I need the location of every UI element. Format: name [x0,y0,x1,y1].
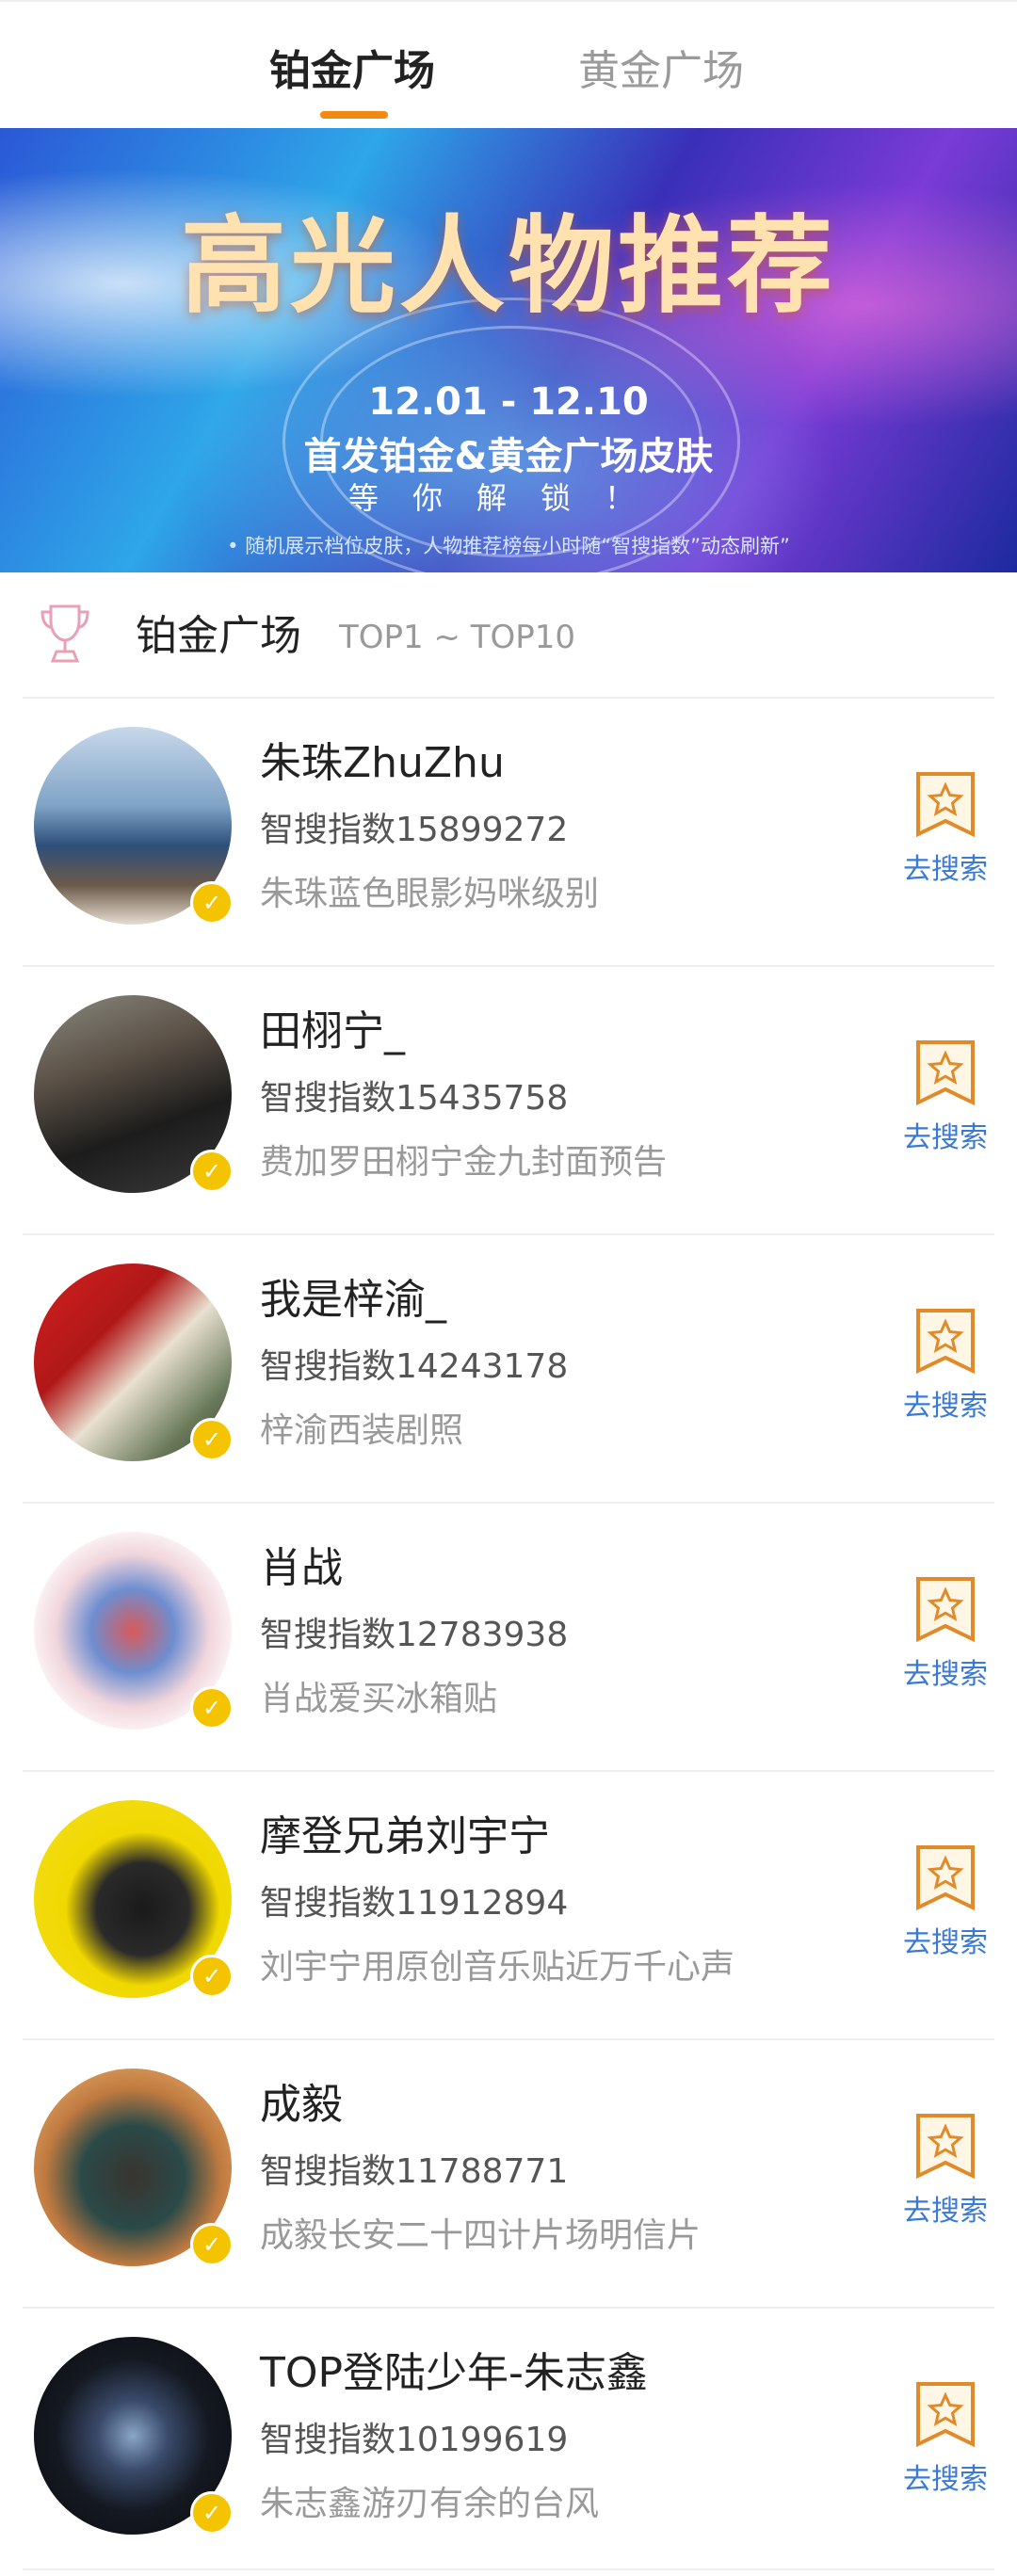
active-tab-indicator [320,111,388,119]
star-bookmark-icon [916,1845,975,1911]
go-search-label: 去搜索 [903,1390,988,1423]
top-tab-bar: 铂金广场 黄金广场 [0,0,1017,128]
user-name: 摩登兄弟刘宇宁 [260,1812,550,1860]
star-bookmark-icon [916,1577,975,1643]
divider [23,2568,994,2570]
go-search-button[interactable]: 去搜索 [891,1575,1000,1698]
user-name: 朱珠ZhuZhu [260,739,505,787]
search-index: 智搜指数12783938 [260,1616,569,1654]
go-search-button[interactable]: 去搜索 [891,2380,1000,2503]
tab-gold-plaza[interactable]: 黄金广场 [578,43,744,100]
verified-badge-icon: ✓ [190,1418,234,1461]
user-name: 成毅 [260,2081,343,2129]
go-search-label: 去搜索 [903,2463,988,2496]
star-bookmark-icon [916,772,975,838]
go-search-label: 去搜索 [903,853,988,886]
user-name: TOP登陆少年-朱志鑫 [260,2349,648,2397]
banner-title: 高光人物推荐 [181,205,836,328]
user-description: 刘宇宁用原创音乐贴近万千心声 [260,1948,735,1987]
verified-badge-icon: ✓ [190,881,234,925]
verified-badge-icon: ✓ [190,1955,234,1998]
section-header: 铂金广场 TOP1 ~ TOP10 [0,572,1017,697]
go-search-button[interactable]: 去搜索 [891,1843,1000,1966]
search-index: 智搜指数11912894 [260,1884,569,1923]
go-search-label: 去搜索 [903,1658,988,1691]
search-index: 智搜指数14243178 [260,1347,569,1386]
go-search-button[interactable]: 去搜索 [891,2112,1000,2234]
section-title: 铂金广场 [136,612,301,660]
star-bookmark-icon [916,2114,975,2180]
search-index: 智搜指数15435758 [260,1079,569,1118]
list-item[interactable]: ✓ 肖战 智搜指数12783938 肖战爱买冰箱贴 去搜索 [0,1504,1017,1771]
search-index: 智搜指数10199619 [260,2421,569,2459]
go-search-label: 去搜索 [903,1121,988,1154]
tab-platinum-plaza[interactable]: 铂金广场 [269,43,435,100]
verified-badge-icon: ✓ [190,1686,234,1730]
user-description: 费加罗田栩宁金九封面预告 [260,1143,668,1182]
user-name: 我是梓渝_ [260,1276,446,1324]
search-index: 智搜指数11788771 [260,2152,569,2191]
trophy-icon [40,604,89,663]
section-range: TOP1 ~ TOP10 [339,619,576,656]
user-description: 朱志鑫游刃有余的台风 [260,2485,600,2523]
go-search-button[interactable]: 去搜索 [891,770,1000,893]
promo-banner[interactable]: 高光人物推荐 12.01 - 12.10 首发铂金&黄金广场皮肤 等你解锁！ •… [0,128,1017,572]
list-item[interactable]: ✓ TOP登陆少年-朱志鑫 智搜指数10199619 朱志鑫游刃有余的台风 去搜… [0,2309,1017,2576]
user-name: 田栩宁_ [260,1007,405,1055]
verified-badge-icon: ✓ [190,2491,234,2535]
list-item[interactable]: ✓ 我是梓渝_ 智搜指数14243178 梓渝西装剧照 去搜索 [0,1235,1017,1503]
star-bookmark-icon [916,1040,975,1106]
go-search-label: 去搜索 [903,2195,988,2228]
banner-date: 12.01 - 12.10 [368,380,649,424]
go-search-button[interactable]: 去搜索 [891,1038,1000,1161]
verified-badge-icon: ✓ [190,2223,234,2266]
go-search-label: 去搜索 [903,1926,988,1959]
star-bookmark-icon [916,1309,975,1375]
banner-subtitle: 首发铂金&黄金广场皮肤 [303,435,714,478]
list-item[interactable]: ✓ 田栩宁_ 智搜指数15435758 费加罗田栩宁金九封面预告 去搜索 [0,967,1017,1234]
star-bookmark-icon [916,2382,975,2448]
banner-unlock-text: 等你解锁！ [347,480,669,516]
verified-badge-icon: ✓ [190,1150,234,1193]
user-description: 梓渝西装剧照 [260,1411,464,1450]
search-index: 智搜指数15899272 [260,811,569,849]
user-name: 肖战 [260,1544,343,1592]
list-item[interactable]: ✓ 成毅 智搜指数11788771 成毅长安二十四计片场明信片 去搜索 [0,2040,1017,2308]
list-item[interactable]: ✓ 摩登兄弟刘宇宁 智搜指数11912894 刘宇宁用原创音乐贴近万千心声 去搜… [0,1772,1017,2039]
user-description: 朱珠蓝色眼影妈咪级别 [260,875,600,913]
banner-note: • 随机展示档位皮肤，人物推荐榜每小时随“智搜指数”动态刷新” [227,535,790,557]
go-search-button[interactable]: 去搜索 [891,1307,1000,1429]
list-item[interactable]: ✓ 朱珠ZhuZhu 智搜指数15899272 朱珠蓝色眼影妈咪级别 去搜索 [0,699,1017,966]
user-description: 肖战爱买冰箱贴 [260,1680,498,1718]
user-description: 成毅长安二十四计片场明信片 [260,2216,702,2255]
